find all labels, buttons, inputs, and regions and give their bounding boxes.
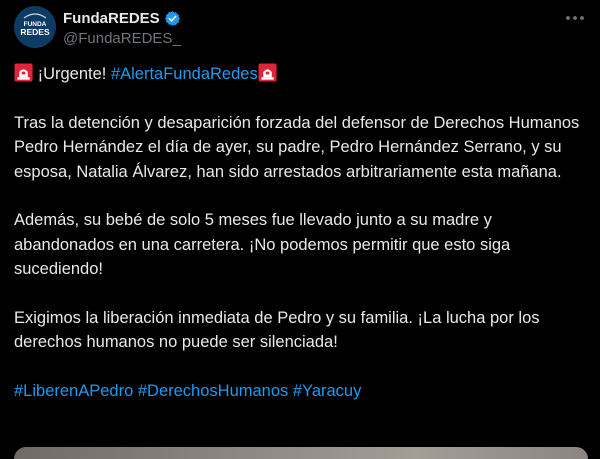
hashtags-line: #LiberenAPedro #DerechosHumanos #Yaracuy [14, 379, 589, 403]
police-siren-icon [258, 63, 277, 82]
tweet-header: FUNDA REDES FundaREDES @FundaREDES_ [14, 6, 586, 50]
tweet: FUNDA REDES FundaREDES @FundaREDES_ ¡Urg… [0, 0, 600, 459]
verified-badge-icon [164, 10, 180, 26]
hashtag-liberen-a-pedro[interactable]: #LiberenAPedro [14, 382, 133, 400]
account-handle[interactable]: @FundaREDES_ [63, 30, 181, 47]
hashtag-derechos-humanos[interactable]: #DerechosHumanos [138, 382, 288, 400]
hashtag-yaracuy[interactable]: #Yaracuy [293, 382, 361, 400]
urgent-label: ¡Urgente! [33, 65, 111, 83]
fundaredes-logo: FUNDA REDES [14, 6, 56, 48]
more-horizontal-icon [566, 16, 584, 20]
display-name[interactable]: FundaREDES [63, 10, 160, 27]
paragraph-demand: Exigimos la liberación inmediata de Pedr… [14, 309, 540, 352]
paragraph-baby: Además, su bebé de solo 5 meses fue llev… [14, 211, 511, 279]
urgent-line: ¡Urgente! #AlertaFundaRedes [14, 62, 589, 86]
hashtag-alerta-fundaredes[interactable]: #AlertaFundaRedes [111, 65, 258, 83]
avatar[interactable]: FUNDA REDES [14, 6, 56, 48]
paragraph-detention: Tras la detención y desaparición forzada… [14, 113, 580, 181]
tweet-text: ¡Urgente! #AlertaFundaRedes Tras la dete… [14, 62, 589, 404]
name-row: FundaREDES [63, 8, 181, 28]
attached-media-preview[interactable] [14, 447, 588, 459]
avatar-text-bottom: REDES [20, 27, 50, 37]
more-options-button[interactable] [564, 8, 586, 28]
police-siren-icon [14, 63, 33, 82]
